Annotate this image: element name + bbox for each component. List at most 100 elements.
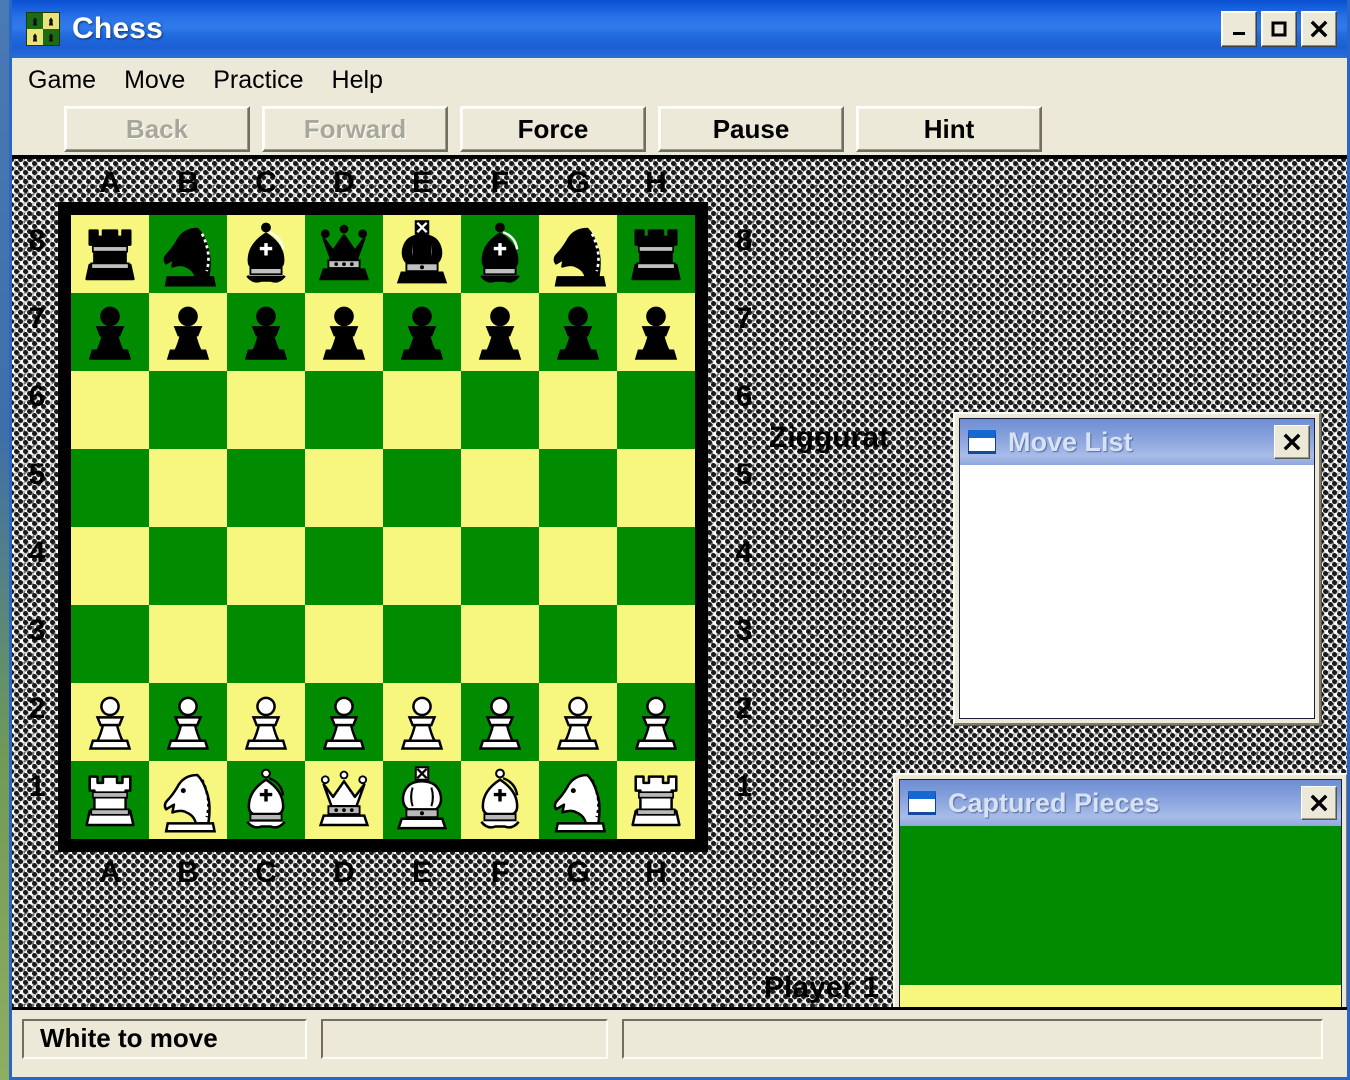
square-g5[interactable] [539,449,617,527]
square-g8[interactable] [539,215,617,293]
black-pawn-icon[interactable] [71,293,149,371]
square-a1[interactable] [71,761,149,839]
captured-pieces-title-bar[interactable]: Captured Pieces [900,780,1341,826]
square-b8[interactable] [149,215,227,293]
white-rook-icon[interactable] [617,761,695,839]
square-c5[interactable] [227,449,305,527]
square-g6[interactable] [539,371,617,449]
minimize-button[interactable] [1221,11,1257,47]
square-e5[interactable] [383,449,461,527]
square-a2[interactable] [71,683,149,761]
white-pawn-icon[interactable] [383,683,461,761]
square-d3[interactable] [305,605,383,683]
force-button[interactable]: Force [460,106,646,152]
square-g4[interactable] [539,527,617,605]
white-bishop-icon[interactable] [461,761,539,839]
square-d6[interactable] [305,371,383,449]
hint-button[interactable]: Hint [856,106,1042,152]
black-bishop-icon[interactable] [227,215,305,293]
square-h6[interactable] [617,371,695,449]
back-button[interactable]: Back [64,106,250,152]
white-bishop-icon[interactable] [227,761,305,839]
square-c4[interactable] [227,527,305,605]
white-rook-icon[interactable] [71,761,149,839]
white-pawn-icon[interactable] [227,683,305,761]
square-c2[interactable] [227,683,305,761]
white-pawn-icon[interactable] [539,683,617,761]
menu-item-move[interactable]: Move [124,64,199,97]
square-d2[interactable] [305,683,383,761]
white-king-icon[interactable] [383,761,461,839]
square-h4[interactable] [617,527,695,605]
captured-pieces-close-button[interactable] [1301,786,1337,820]
square-a5[interactable] [71,449,149,527]
white-queen-icon[interactable] [305,761,383,839]
square-f1[interactable] [461,761,539,839]
square-b5[interactable] [149,449,227,527]
square-e1[interactable] [383,761,461,839]
square-e8[interactable] [383,215,461,293]
square-c6[interactable] [227,371,305,449]
square-g7[interactable] [539,293,617,371]
square-c3[interactable] [227,605,305,683]
move-list-title-bar[interactable]: Move List [960,419,1314,465]
square-e4[interactable] [383,527,461,605]
white-pawn-icon[interactable] [617,683,695,761]
black-pawn-icon[interactable] [227,293,305,371]
white-pawn-icon[interactable] [71,683,149,761]
square-a8[interactable] [71,215,149,293]
square-d4[interactable] [305,527,383,605]
square-g2[interactable] [539,683,617,761]
white-pawn-icon[interactable] [461,683,539,761]
black-pawn-icon[interactable] [149,293,227,371]
square-e3[interactable] [383,605,461,683]
square-f8[interactable] [461,215,539,293]
square-f5[interactable] [461,449,539,527]
move-list-close-button[interactable] [1274,425,1310,459]
chess-board[interactable] [58,202,708,852]
square-d7[interactable] [305,293,383,371]
square-f3[interactable] [461,605,539,683]
square-g3[interactable] [539,605,617,683]
pause-button[interactable]: Pause [658,106,844,152]
black-pawn-icon[interactable] [617,293,695,371]
square-a6[interactable] [71,371,149,449]
square-e7[interactable] [383,293,461,371]
black-bishop-icon[interactable] [461,215,539,293]
white-pawn-icon[interactable] [149,683,227,761]
move-list-content[interactable] [960,465,1314,718]
square-b1[interactable] [149,761,227,839]
captured-pieces-content[interactable] [900,826,1341,1007]
square-h5[interactable] [617,449,695,527]
black-king-icon[interactable] [383,215,461,293]
square-d5[interactable] [305,449,383,527]
white-knight-icon[interactable] [149,761,227,839]
square-b2[interactable] [149,683,227,761]
square-f7[interactable] [461,293,539,371]
square-g1[interactable] [539,761,617,839]
square-h1[interactable] [617,761,695,839]
maximize-button[interactable] [1261,11,1297,47]
square-f6[interactable] [461,371,539,449]
forward-button[interactable]: Forward [262,106,448,152]
square-e6[interactable] [383,371,461,449]
white-pawn-icon[interactable] [305,683,383,761]
square-b3[interactable] [149,605,227,683]
menu-item-practice[interactable]: Practice [213,64,317,97]
white-knight-icon[interactable] [539,761,617,839]
square-h2[interactable] [617,683,695,761]
square-d1[interactable] [305,761,383,839]
square-d8[interactable] [305,215,383,293]
menu-item-help[interactable]: Help [332,64,397,97]
square-c7[interactable] [227,293,305,371]
square-h3[interactable] [617,605,695,683]
square-b7[interactable] [149,293,227,371]
black-pawn-icon[interactable] [383,293,461,371]
square-a7[interactable] [71,293,149,371]
black-rook-icon[interactable] [617,215,695,293]
menu-item-game[interactable]: Game [28,64,110,97]
square-c1[interactable] [227,761,305,839]
square-a4[interactable] [71,527,149,605]
square-b6[interactable] [149,371,227,449]
square-h7[interactable] [617,293,695,371]
